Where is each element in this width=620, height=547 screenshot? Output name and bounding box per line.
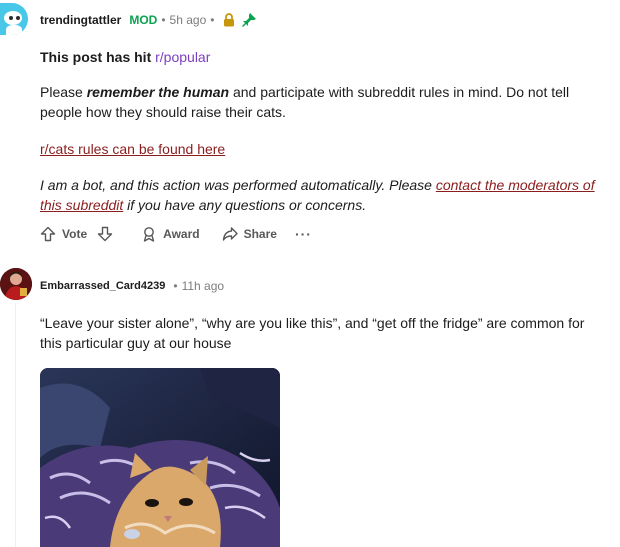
action-bar: Vote Award Share ··· bbox=[40, 226, 312, 242]
more-options-button[interactable]: ··· bbox=[295, 226, 312, 242]
snoo-eye bbox=[16, 16, 20, 20]
award-button[interactable]: Award bbox=[141, 226, 200, 242]
comment-header: Embarrassed_Card4239 • 11h ago bbox=[40, 278, 224, 294]
upvote-button[interactable]: Vote bbox=[40, 226, 87, 242]
bot-text: I am a bot, and this action was performe… bbox=[40, 177, 432, 193]
thread-line[interactable] bbox=[15, 303, 16, 547]
downvote-icon bbox=[97, 226, 113, 242]
popular-link[interactable]: r/popular bbox=[155, 49, 210, 65]
cat-photo bbox=[40, 368, 280, 547]
vote-label: Vote bbox=[62, 227, 88, 241]
comment-image[interactable] bbox=[40, 368, 280, 547]
share-icon bbox=[222, 227, 238, 241]
separator: • bbox=[161, 13, 166, 27]
popular-notice: This post has hit r/popular bbox=[40, 47, 210, 67]
award-label: Award bbox=[163, 227, 200, 241]
mod-badge: MOD bbox=[129, 13, 158, 27]
lock-icon bbox=[224, 13, 235, 27]
avatar-image bbox=[0, 268, 32, 300]
award-icon bbox=[143, 227, 155, 242]
pin-icon bbox=[242, 13, 257, 27]
timestamp[interactable]: 11h ago bbox=[182, 278, 225, 294]
comment-body: Please remember the human and participat… bbox=[40, 82, 600, 122]
username[interactable]: Embarrassed_Card4239 bbox=[40, 278, 165, 294]
snoo-eye bbox=[9, 16, 13, 20]
separator: • bbox=[173, 279, 178, 293]
bot-text: if you have any questions or concerns. bbox=[127, 197, 367, 213]
downvote-button[interactable] bbox=[97, 226, 119, 242]
notice-title: This post has hit bbox=[40, 49, 152, 65]
rules-link[interactable]: r/cats rules can be found here bbox=[40, 139, 225, 159]
comment-body: “Leave your sister alone”, “why are you … bbox=[40, 315, 585, 351]
body-text: Please bbox=[40, 84, 83, 100]
timestamp[interactable]: 5h ago bbox=[170, 12, 207, 28]
username[interactable]: trendingtattler bbox=[40, 12, 121, 28]
separator: • bbox=[210, 13, 215, 27]
upvote-icon bbox=[40, 226, 56, 242]
avatar[interactable] bbox=[0, 268, 32, 300]
share-label: Share bbox=[243, 227, 277, 241]
share-button[interactable]: Share bbox=[222, 226, 277, 242]
comment-header: trendingtattler MOD • 5h ago • bbox=[40, 12, 257, 28]
bot-notice: I am a bot, and this action was performe… bbox=[40, 175, 610, 215]
emphasis-text: remember the human bbox=[86, 84, 230, 100]
snoo-body bbox=[6, 25, 22, 35]
avatar[interactable] bbox=[0, 3, 28, 35]
